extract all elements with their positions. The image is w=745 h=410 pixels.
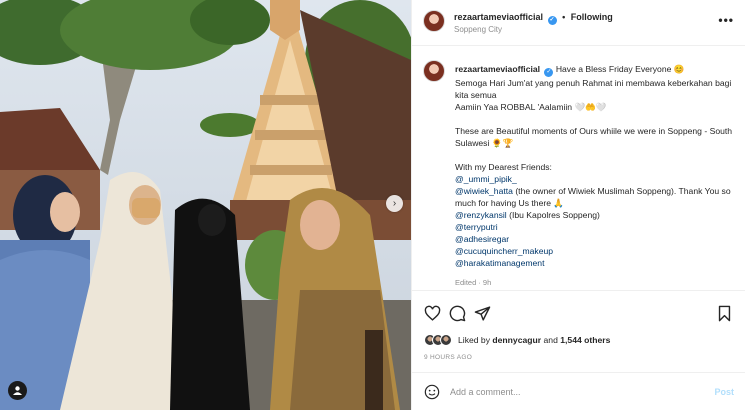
- likes-row: Liked by dennycagur and 1,544 others: [424, 333, 610, 347]
- mention-row: @_ummi_pipik_: [455, 173, 735, 185]
- edited-timestamp: Edited · 9h: [455, 278, 492, 287]
- caption-line-4: These are Beautiful moments of Ours whii…: [455, 126, 733, 148]
- verified-badge-icon: ✓: [547, 16, 557, 25]
- user-tag-icon: [13, 386, 22, 395]
- caption-line-5: With my Dearest Friends:: [455, 162, 552, 172]
- liker-username[interactable]: dennycagur: [492, 335, 541, 345]
- caption-area: rezaartameviaofficial ✓ Have a Bless Fri…: [412, 47, 745, 291]
- mention-row: @cucuquincherr_makeup: [455, 245, 735, 257]
- likes-prefix: Liked by: [458, 335, 493, 345]
- mention-row: @wiwiek_hatta (the owner of Wiwiek Musli…: [455, 185, 735, 209]
- heart-icon[interactable]: [424, 305, 441, 322]
- author-username[interactable]: rezaartameviaofficial: [454, 12, 543, 22]
- caption-username[interactable]: rezaartameviaofficial: [455, 64, 540, 74]
- mention-note: (Ibu Kapolres Soppeng): [506, 210, 600, 220]
- mention-row: @harakatimanagement: [455, 257, 735, 269]
- chevron-right-icon: ›: [392, 198, 397, 209]
- likes-text: Liked by dennycagur and 1,544 others: [458, 335, 610, 345]
- next-photo-button[interactable]: ›: [386, 195, 403, 212]
- likes-joiner: and: [541, 335, 561, 345]
- photo-scene: [0, 0, 411, 410]
- following-button[interactable]: Following: [571, 12, 613, 22]
- smiley-icon[interactable]: [424, 384, 440, 400]
- caption-text: rezaartameviaofficial ✓ Have a Bless Fri…: [455, 63, 735, 269]
- mention-link[interactable]: @renzykansil: [455, 210, 507, 220]
- comment-input[interactable]: [450, 383, 690, 401]
- caption-verified-badge-icon: ✓: [544, 68, 554, 77]
- post-comment-button[interactable]: Post: [714, 387, 734, 397]
- bookmark-icon[interactable]: [716, 305, 733, 322]
- instagram-post: › rezaartameviaofficial ✓ • Following So…: [0, 0, 745, 410]
- mention-link[interactable]: @_ummi_pipik_: [455, 174, 517, 184]
- mention-link[interactable]: @harakatimanagement: [455, 258, 544, 268]
- mention-link[interactable]: @cucuquincherr_makeup: [455, 246, 553, 256]
- more-options-button[interactable]: •••: [718, 13, 734, 27]
- action-bar: [412, 299, 745, 327]
- tagged-users-button[interactable]: [8, 381, 27, 400]
- likes-count-link[interactable]: 1,544 others: [560, 335, 610, 345]
- liker-avatar: [440, 334, 452, 346]
- caption-line-2: Semoga Hari Jum'at yang penuh Rahmat ini…: [455, 78, 732, 100]
- post-side-panel: rezaartameviaofficial ✓ • Following Sopp…: [411, 0, 745, 410]
- header-separator: •: [562, 12, 566, 22]
- mention-row: @adhesiregar: [455, 233, 735, 245]
- header-user-line: rezaartameviaofficial ✓ • Following: [454, 12, 613, 25]
- location-link[interactable]: Soppeng City: [454, 25, 502, 34]
- post-photo[interactable]: ›: [0, 0, 411, 410]
- caption-line-1: Have a Bless Friday Everyone 😊: [555, 64, 685, 74]
- mention-link[interactable]: @adhesiregar: [455, 234, 509, 244]
- caption-author-avatar[interactable]: [423, 60, 445, 82]
- post-time[interactable]: 9 HOURS AGO: [424, 354, 472, 361]
- paper-plane-icon[interactable]: [474, 305, 491, 322]
- caption-line-3: Aamiin Yaa ROBBAL 'Aalamiin 🤍🤲🤍: [455, 102, 607, 112]
- comment-icon[interactable]: [449, 305, 466, 322]
- author-avatar[interactable]: [423, 10, 445, 32]
- mention-row: @renzykansil (Ibu Kapolres Soppeng): [455, 209, 735, 221]
- mention-link[interactable]: @terryputri: [455, 222, 498, 232]
- post-header: rezaartameviaofficial ✓ • Following Sopp…: [412, 0, 745, 46]
- comment-bar: Post: [412, 372, 745, 410]
- mention-row: @terryputri: [455, 221, 735, 233]
- mention-link[interactable]: @wiwiek_hatta: [455, 186, 513, 196]
